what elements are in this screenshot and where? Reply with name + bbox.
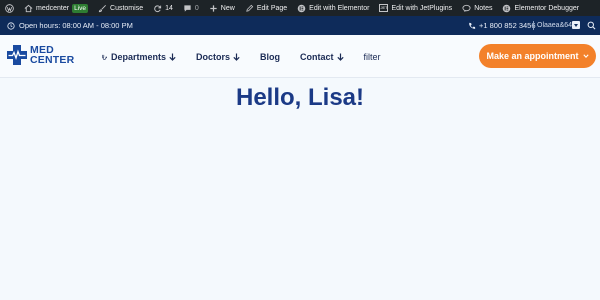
plus-icon — [209, 4, 218, 13]
edit-elementor-link[interactable]: Edit with Elementor — [292, 0, 374, 16]
wordpress-icon — [5, 3, 14, 13]
pencil-icon — [245, 4, 254, 13]
main-nav: Departments Doctors Blog Contact filter — [101, 35, 381, 78]
info-divider — [533, 21, 534, 30]
nav-label-blog: Blog — [260, 51, 281, 62]
wordpress-menu[interactable] — [0, 0, 19, 16]
open-hours: Open hours: 08:00 AM - 08:00 PM — [0, 21, 133, 30]
comment-icon — [183, 4, 192, 13]
nav-label-departments: Departments — [111, 51, 167, 62]
chevron-down-icon — [582, 54, 589, 59]
jetplugins-icon: JET — [379, 4, 389, 12]
arrow-down-icon — [233, 53, 240, 61]
elementor-debug-icon — [502, 4, 511, 13]
edit-jet-label: Edit with JetPlugins — [391, 4, 453, 12]
brush-icon — [98, 4, 107, 13]
search-button[interactable] — [587, 21, 596, 30]
truncated-info-text: Olaaea&64 — [537, 22, 573, 29]
nav-label-contact: Contact — [300, 51, 334, 62]
stethoscope-icon — [102, 54, 107, 60]
debugger-label: Elementor Debugger — [514, 4, 580, 12]
updates-count: 14 — [165, 4, 173, 12]
nav-item-filter[interactable]: filter — [364, 52, 381, 62]
make-appointment-button[interactable]: Make an appointment — [479, 44, 596, 68]
edit-page-label: Edit Page — [256, 4, 288, 12]
clock-icon — [7, 21, 15, 30]
edit-elementor-label: Edit with Elementor — [309, 4, 370, 12]
logo-wordmark: MED CENTER — [30, 45, 75, 66]
nav-item-doctors[interactable]: Doctors — [196, 52, 240, 62]
search-icon — [587, 21, 596, 30]
customise-label: Customise — [110, 4, 144, 12]
edit-page-link[interactable]: Edit Page — [240, 0, 292, 16]
refresh-icon — [153, 4, 162, 13]
new-content-menu[interactable]: New — [204, 0, 240, 16]
caret-down-icon — [574, 23, 578, 27]
phone-icon — [468, 22, 476, 30]
edit-jet-link[interactable]: JET Edit with JetPlugins — [374, 0, 457, 16]
medical-cross-logo-icon — [7, 45, 27, 65]
speech-bubble-icon — [462, 4, 471, 13]
admin-bar: medcenter Live Customise 14 0 New Edit P… — [0, 0, 600, 16]
nav-label-doctors: Doctors — [196, 51, 231, 62]
elementor-icon — [297, 4, 306, 13]
nav-item-contact[interactable]: Contact — [300, 52, 344, 62]
site-name-menu[interactable]: medcenter Live — [19, 0, 93, 16]
phone-link[interactable]: +1 800 852 3456 — [468, 16, 536, 35]
arrow-down-icon — [336, 53, 344, 61]
info-bar: Open hours: 08:00 AM - 08:00 PM +1 800 8… — [0, 16, 600, 35]
updates-link[interactable]: 14 — [148, 0, 178, 16]
nav-label-filter: filter — [363, 51, 381, 62]
live-badge: Live — [72, 3, 89, 13]
site-logo[interactable]: MED CENTER — [6, 44, 74, 66]
phone-number: +1 800 852 3456 — [479, 21, 536, 30]
debugger-link[interactable]: Elementor Debugger — [497, 0, 584, 16]
site-name: medcenter — [36, 4, 70, 12]
site-header: MED CENTER Departments Doctors Blog Cont… — [0, 35, 600, 78]
language-dropdown[interactable] — [572, 21, 580, 29]
home-icon — [24, 4, 33, 13]
page-title: Hello, Lisa! — [235, 84, 365, 111]
open-hours-text: Open hours: 08:00 AM - 08:00 PM — [19, 21, 133, 30]
customise-link[interactable]: Customise — [93, 0, 148, 16]
nav-item-departments[interactable]: Departments — [101, 52, 176, 62]
appointment-label: Make an appointment — [486, 51, 579, 61]
notes-link[interactable]: Notes — [457, 0, 497, 16]
arrow-down-icon — [169, 53, 176, 61]
comments-count: 0 — [194, 4, 199, 12]
nav-item-blog[interactable]: Blog — [260, 52, 280, 62]
logo-line-2: CENTER — [30, 54, 75, 66]
comments-link[interactable]: 0 — [178, 0, 204, 16]
new-label: New — [220, 4, 235, 12]
notes-label: Notes — [474, 4, 493, 12]
